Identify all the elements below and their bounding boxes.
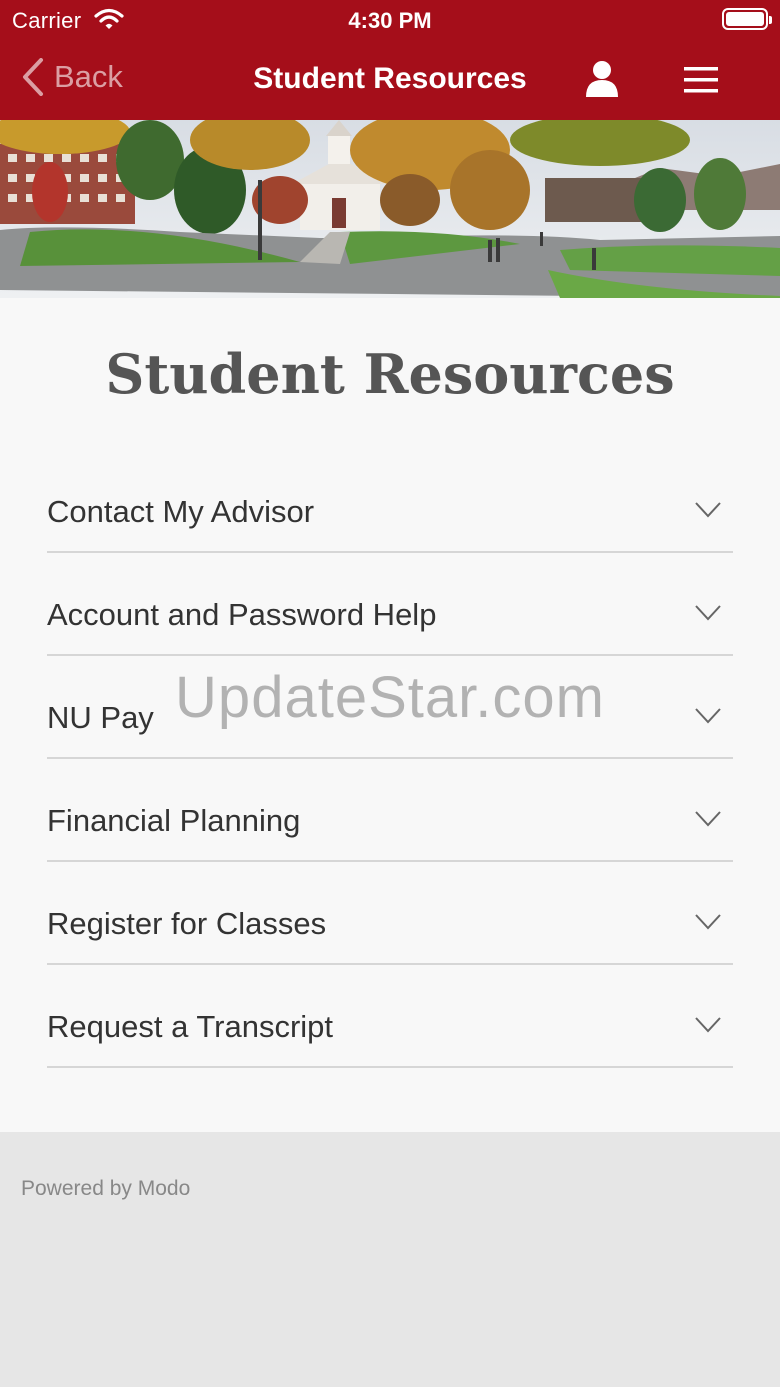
chevron-down-icon bbox=[695, 605, 721, 621]
accordion-item-financial-planning[interactable]: Financial Planning bbox=[47, 759, 733, 862]
status-bar: Carrier 4:30 PM bbox=[0, 0, 780, 40]
accordion-item-label: NU Pay bbox=[47, 700, 154, 735]
top-bar: Carrier 4:30 PM Back Student Resources bbox=[0, 0, 780, 120]
accordion-item-register-for-classes[interactable]: Register for Classes bbox=[47, 862, 733, 965]
accordion-item-label: Financial Planning bbox=[47, 803, 301, 838]
chevron-down-icon bbox=[695, 811, 721, 827]
page-title: Student Resources bbox=[105, 342, 675, 406]
menu-icon[interactable] bbox=[684, 66, 718, 94]
accordion-item-label: Register for Classes bbox=[47, 906, 327, 941]
accordion-item-nu-pay[interactable]: NU Pay bbox=[47, 656, 733, 759]
user-icon[interactable] bbox=[584, 58, 620, 98]
accordion-item-label: Contact My Advisor bbox=[47, 494, 315, 529]
accordion-item-account-and-password-help[interactable]: Account and Password Help bbox=[47, 553, 733, 656]
footer: Powered by Modo bbox=[0, 1132, 780, 1387]
main-content: Student Resources Contact My Advisor Acc… bbox=[0, 298, 780, 1132]
accordion-item-label: Request a Transcript bbox=[47, 1009, 334, 1044]
accordion-item-label: Account and Password Help bbox=[47, 597, 437, 632]
powered-by-label: Powered by Modo bbox=[21, 1177, 191, 1200]
status-time: 4:30 PM bbox=[348, 8, 432, 33]
nav-bar: Back Student Resources bbox=[0, 40, 780, 120]
campus-banner-image bbox=[0, 120, 780, 298]
resource-list: Contact My Advisor Account and Password … bbox=[47, 450, 733, 1068]
chevron-down-icon bbox=[695, 708, 721, 724]
chevron-down-icon bbox=[695, 914, 721, 930]
battery-icon bbox=[722, 8, 772, 30]
accordion-item-request-a-transcript[interactable]: Request a Transcript bbox=[47, 965, 733, 1068]
accordion-item-contact-my-advisor[interactable]: Contact My Advisor bbox=[47, 450, 733, 553]
nav-title: Student Resources bbox=[253, 62, 527, 95]
chevron-down-icon bbox=[695, 502, 721, 518]
chevron-down-icon bbox=[695, 1017, 721, 1033]
